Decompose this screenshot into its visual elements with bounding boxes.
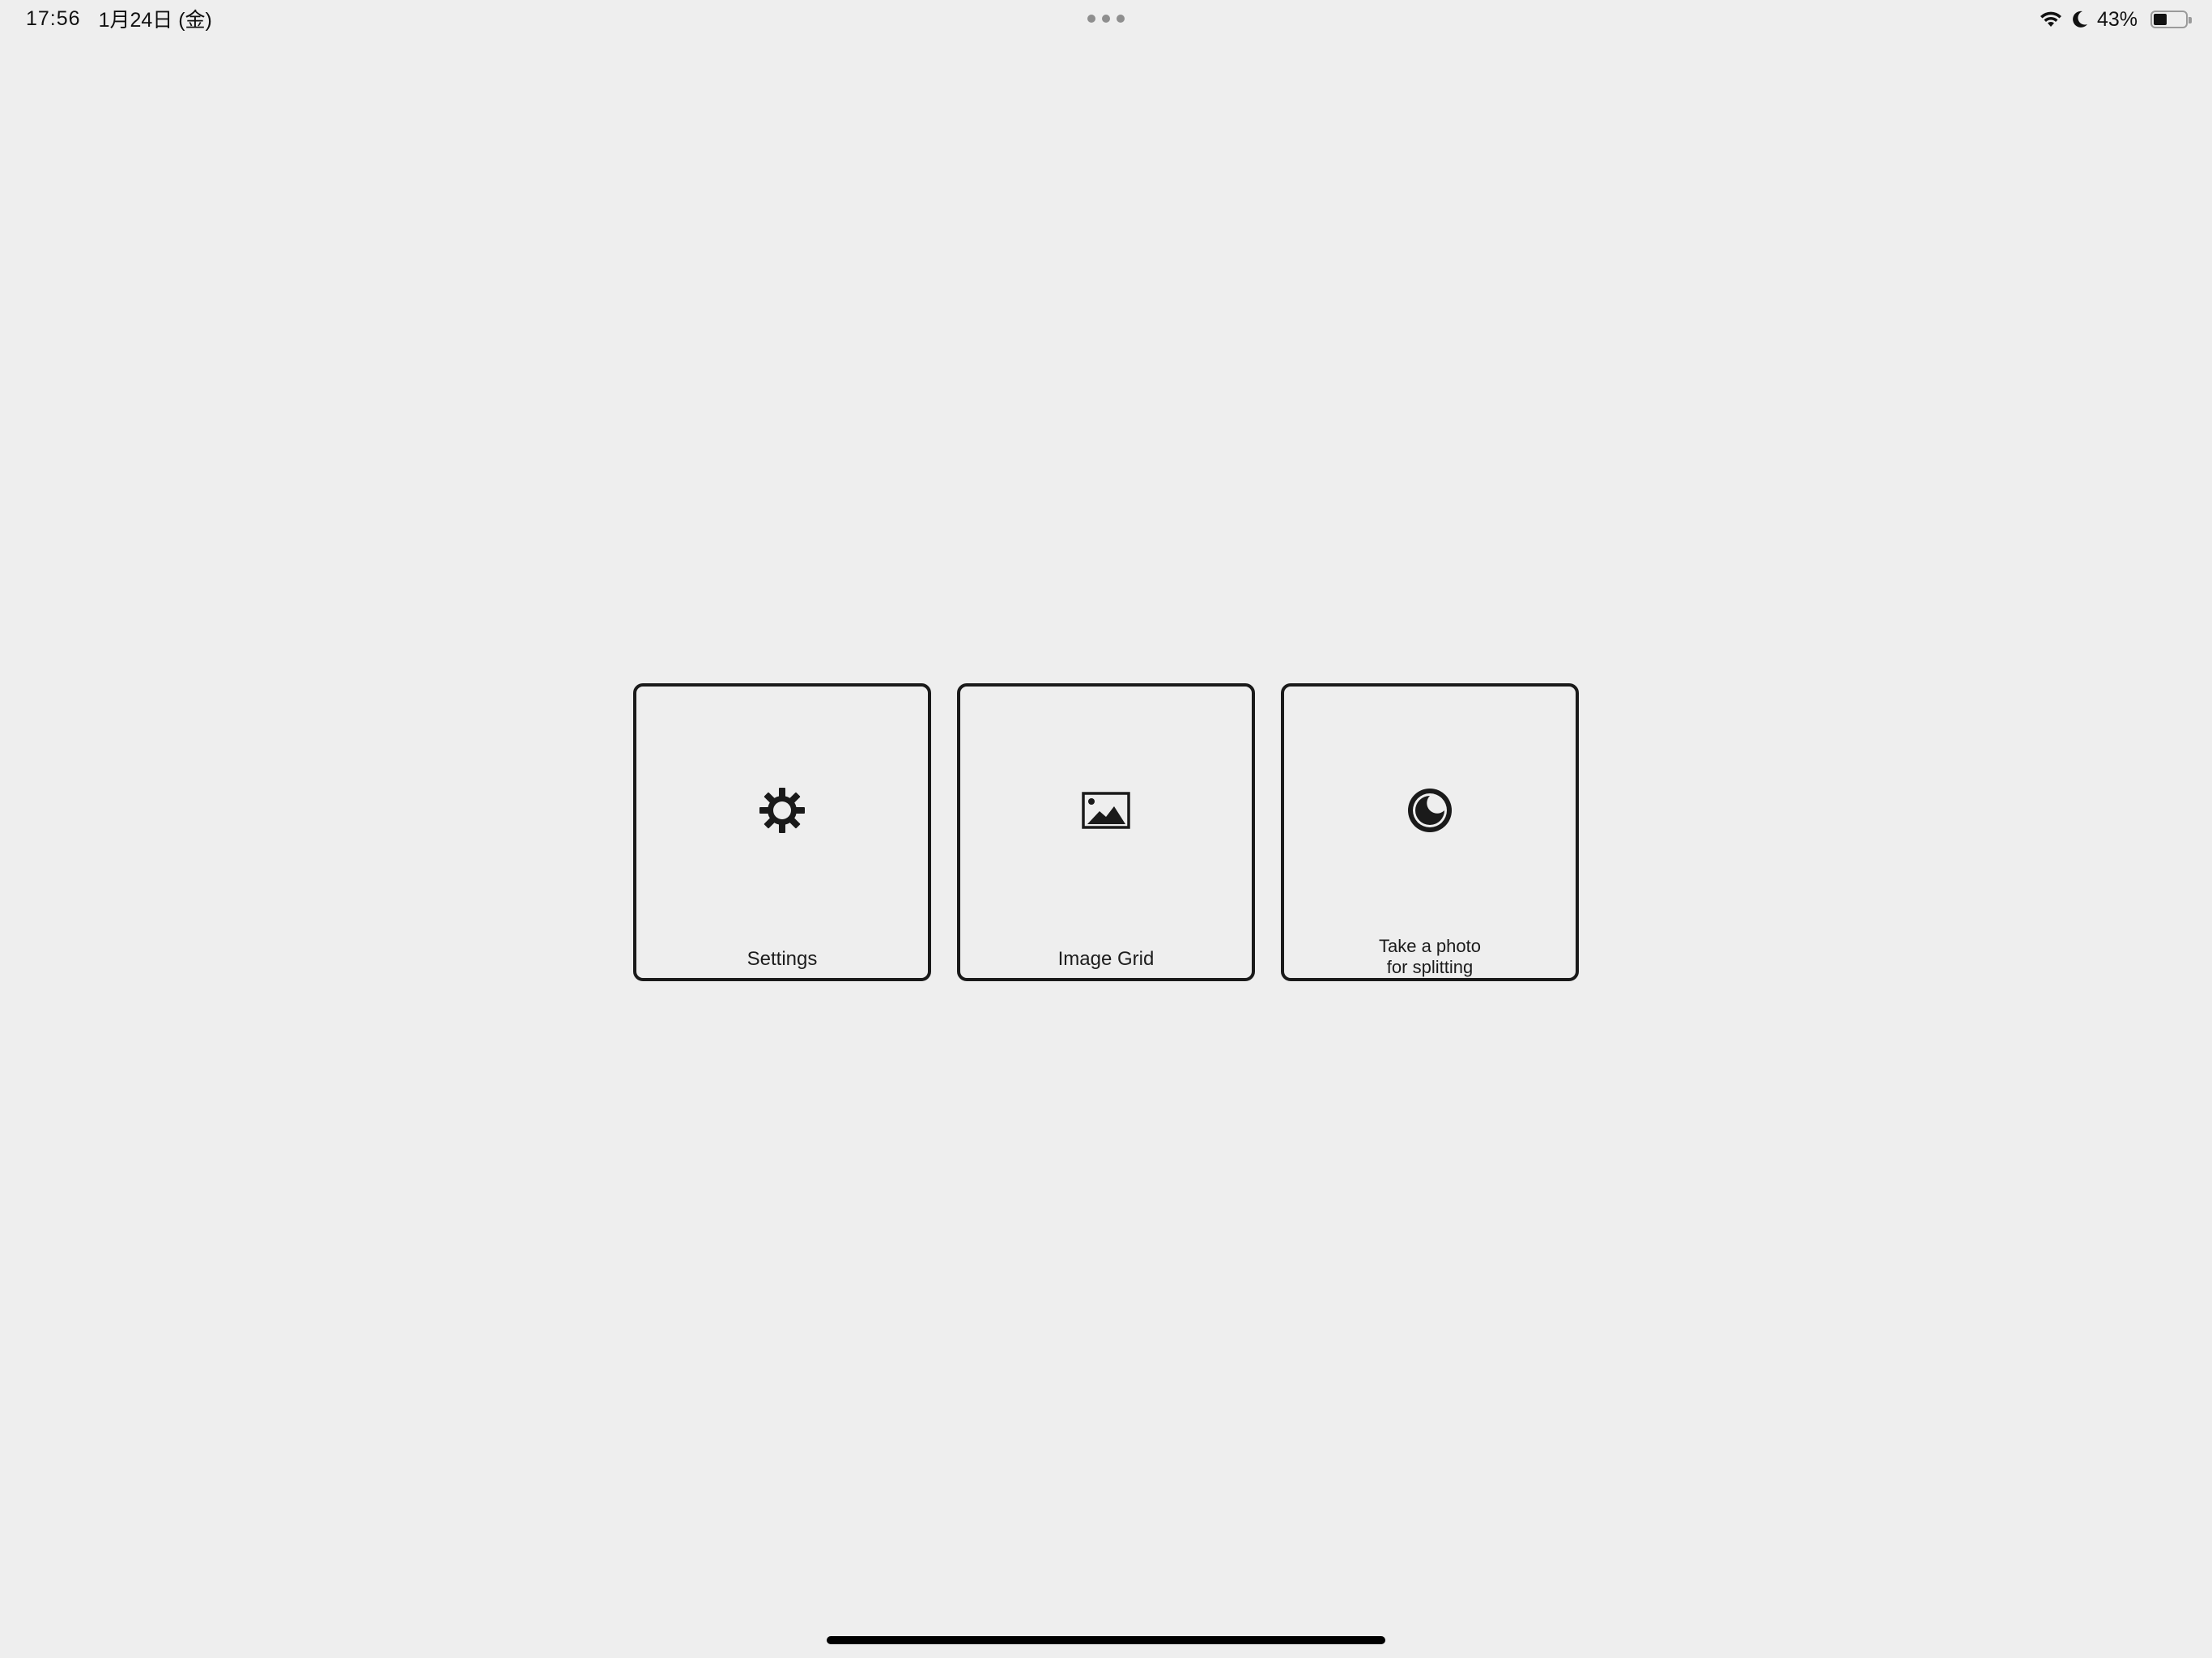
dot bbox=[1117, 15, 1125, 23]
settings-label: Settings bbox=[747, 948, 818, 970]
take-photo-label-line1: Take a photo bbox=[1379, 936, 1481, 956]
battery-icon bbox=[2150, 11, 2192, 28]
home-screen: 17:56 1月24日 (金) 43% Settings Image Grid … bbox=[0, 0, 2212, 1658]
battery-nub bbox=[2189, 17, 2192, 23]
gear-icon bbox=[756, 784, 808, 836]
moon-icon bbox=[2073, 11, 2087, 28]
image-grid-label: Image Grid bbox=[1057, 948, 1155, 970]
dot bbox=[1102, 15, 1110, 23]
battery-level bbox=[2154, 14, 2167, 25]
status-bar-left: 17:56 1月24日 (金) bbox=[26, 6, 212, 32]
status-time: 17:56 bbox=[26, 6, 81, 30]
status-date: 1月24日 (金) bbox=[98, 9, 212, 32]
image-icon bbox=[1080, 784, 1132, 836]
camera-shutter-icon bbox=[1404, 784, 1456, 836]
status-bar-right: 43% bbox=[2039, 5, 2192, 34]
dot bbox=[1087, 15, 1095, 23]
image-grid-tile[interactable]: Image Grid bbox=[957, 683, 1255, 981]
take-photo-label: Take a photo for splitting bbox=[1284, 936, 1576, 978]
home-indicator[interactable] bbox=[827, 1636, 1385, 1644]
multitasking-menu[interactable] bbox=[1087, 13, 1125, 24]
battery-percent: 43% bbox=[2096, 7, 2138, 31]
wifi-icon bbox=[2040, 11, 2061, 27]
settings-tile[interactable]: Settings bbox=[633, 683, 931, 981]
take-photo-tile[interactable]: Take a photo for splitting bbox=[1281, 683, 1579, 981]
take-photo-label-line2: for splitting bbox=[1386, 957, 1474, 977]
